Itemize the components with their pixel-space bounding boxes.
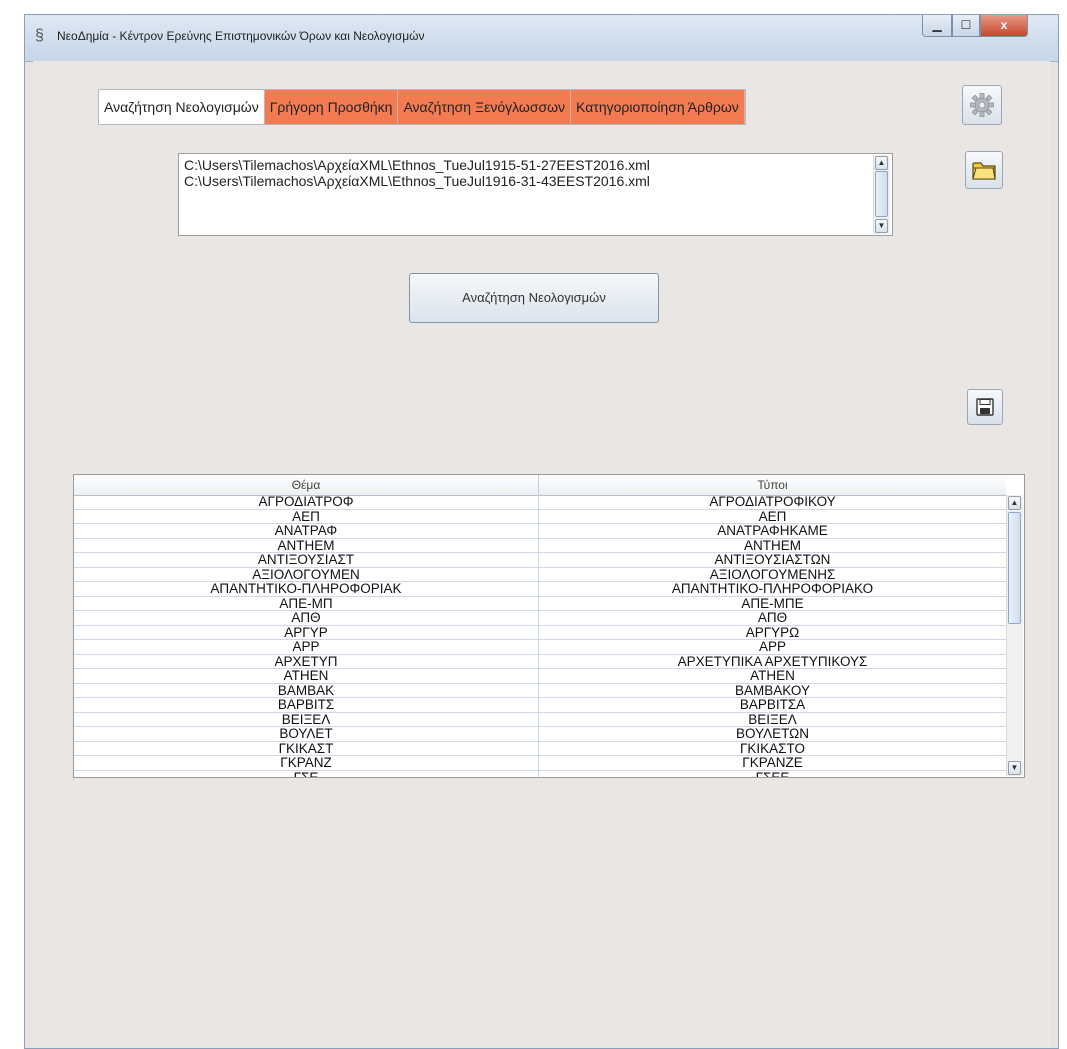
settings-button[interactable] (962, 85, 1002, 125)
cell-forms[interactable]: ΑΝΤΗΕΜ (539, 539, 1006, 553)
scroll-up-arrow-icon[interactable]: ▲ (1008, 496, 1021, 510)
table-scrollbar[interactable]: ▲ ▼ (1006, 495, 1023, 776)
cell-forms[interactable]: ΑΝΤΙΞΟΥΣΙΑΣΤΩΝ (539, 553, 1006, 567)
cell-forms[interactable]: ΓΣΕΕ (539, 771, 1006, 778)
tab-quick-add[interactable]: Γρήγορη Προσθήκη (264, 90, 399, 124)
cell-forms[interactable]: ΓΚΙΚΑΣΤΟ (539, 742, 1006, 756)
scroll-thumb[interactable] (1008, 512, 1021, 624)
cell-forms[interactable]: ΒΕΙΞΕΛ (539, 713, 1006, 727)
table-row[interactable]: ΑΓΡΟΔΙΑΤΡΟΦ ΑΓΡΟΔΙΑΤΡΟΦΙΚΟΥ (74, 495, 1006, 510)
cell-forms[interactable]: ΑΡΧΕΤΥΠΙΚΑ ΑΡΧΕΤΥΠΙΚΟΥΣ (539, 655, 1006, 669)
floppy-disk-icon (976, 398, 994, 416)
open-folder-button[interactable] (965, 151, 1003, 189)
cell-theme[interactable]: ΒΟΥΛΕΤ (74, 727, 539, 741)
app-window: § ΝεοΔημία - Κέντρον Ερεύνης Επιστημονικ… (24, 14, 1059, 1049)
cell-theme[interactable]: ΑΓΡΟΔΙΑΤΡΟΦ (74, 495, 539, 509)
file-path-item[interactable]: C:\Users\Tilemachos\ΑρχείαXML\Ethnos_Tue… (184, 157, 870, 173)
table-row[interactable]: ΑΠΑΝΤΗΤΙΚΟ-ΠΛΗΡΟΦΟΡΙΑΚ ΑΠΑΝΤΗΤΙΚΟ-ΠΛΗΡΟΦΟ… (74, 582, 1006, 597)
column-header-forms[interactable]: Τύποι (539, 475, 1006, 495)
table-row[interactable]: ΒΕΙΞΕΛ ΒΕΙΞΕΛ (74, 712, 1006, 727)
table-row[interactable]: ΑΡΧΕΤΥΠ ΑΡΧΕΤΥΠΙΚΑ ΑΡΧΕΤΥΠΙΚΟΥΣ (74, 654, 1006, 669)
tab-categorize-articles[interactable]: Κατηγοριοποίηση Άρθρων (571, 90, 745, 124)
table-row[interactable]: ΑΝΑΤΡΑΦ ΑΝΑΤΡΑΦΗΚΑΜΕ (74, 524, 1006, 539)
tab-search-foreign[interactable]: Αναζήτηση Ξενόγλωσσων (398, 90, 572, 124)
table-row[interactable]: ΒΟΥΛΕΤ ΒΟΥΛΕΤΩΝ (74, 727, 1006, 742)
tab-bar: Αναζήτηση Νεολογισμών Γρήγορη Προσθήκη Α… (98, 89, 746, 125)
title-bar[interactable]: § ΝεοΔημία - Κέντρον Ερεύνης Επιστημονικ… (25, 15, 1058, 62)
table-row[interactable]: ΑΠΕ-ΜΠ ΑΠΕ-ΜΠΕ (74, 596, 1006, 611)
folder-icon (972, 162, 996, 180)
table-header: Θέμα Τύποι (74, 475, 1006, 496)
cell-theme[interactable]: ΓΣΕ (74, 770, 539, 777)
selected-files-list[interactable]: C:\Users\Tilemachos\ΑρχείαXML\Ethnos_Tue… (178, 153, 893, 236)
cell-forms[interactable]: ΑΡΡ (539, 640, 1006, 654)
maximize-button[interactable]: ☐ (952, 15, 980, 37)
scroll-up-arrow-icon[interactable]: ▲ (875, 156, 888, 170)
cell-theme[interactable]: ΑΠΑΝΤΗΤΙΚΟ-ΠΛΗΡΟΦΟΡΙΑΚ (74, 582, 539, 596)
cell-theme[interactable]: ΑΕΠ (74, 509, 539, 523)
cell-theme[interactable]: ΑΡΡ (74, 640, 539, 654)
cell-theme[interactable]: ΑΝΑΤΡΑΦ (74, 524, 539, 538)
table-body: ΑΓΡΟΔΙΑΤΡΟΦ ΑΓΡΟΔΙΑΤΡΟΦΙΚΟΥ ΑΕΠ ΑΕΠ ΑΝΑΤΡΑΦ Α… (74, 495, 1006, 778)
table-row[interactable]: ΑΡΡ ΑΡΡ (74, 640, 1006, 655)
main-panel: Αναζήτηση Νεολογισμών Γρήγορη Προσθήκη Α… (33, 61, 1050, 1048)
cell-forms[interactable]: ΒΟΥΛΕΤΩΝ (539, 727, 1006, 741)
cell-theme[interactable]: ΑΞΙΟΛΟΓΟΥΜΕΝ (74, 567, 539, 581)
close-button[interactable]: x (980, 15, 1028, 37)
cell-forms[interactable]: ΑΠΑΝΤΗΤΙΚΟ-ΠΛΗΡΟΦΟΡΙΑΚΟ (539, 582, 1006, 596)
cell-theme[interactable]: ΑΠΘ (74, 611, 539, 625)
cell-theme[interactable]: ΑΝΤΗΕΜ (74, 538, 539, 552)
table-row[interactable]: ΑΡΓΥΡ ΑΡΓΥΡΩ (74, 625, 1006, 640)
cell-theme[interactable]: ΑΡΓΥΡ (74, 625, 539, 639)
gear-icon (970, 93, 994, 117)
cell-forms[interactable]: ΑΤΗΕΝ (539, 669, 1006, 683)
cell-forms[interactable]: ΑΠΕ-ΜΠΕ (539, 597, 1006, 611)
table-row[interactable]: ΑΤΗΕΝ ΑΤΗΕΝ (74, 669, 1006, 684)
cell-theme[interactable]: ΑΤΗΕΝ (74, 669, 539, 683)
tab-search-neologisms[interactable]: Αναζήτηση Νεολογισμών (99, 90, 265, 124)
minimize-button[interactable]: ▁ (922, 15, 952, 37)
cell-forms[interactable]: ΑΠΘ (539, 611, 1006, 625)
window-title: ΝεοΔημία - Κέντρον Ερεύνης Επιστημονικών… (57, 29, 425, 43)
file-path-item[interactable]: C:\Users\Tilemachos\ΑρχείαXML\Ethnos_Tue… (184, 173, 870, 189)
table-row[interactable]: ΓΣΕ ΓΣΕΕ (74, 770, 1006, 778)
search-neologisms-button[interactable]: Αναζήτηση Νεολογισμών (409, 273, 659, 323)
cell-forms[interactable]: ΑΓΡΟΔΙΑΤΡΟΦΙΚΟΥ (539, 495, 1006, 509)
file-list-scrollbar[interactable]: ▲ ▼ (873, 155, 890, 234)
cell-forms[interactable]: ΒΑΜΒΑΚΟΥ (539, 684, 1006, 698)
table-row[interactable]: ΒΑΡΒΙΤΣ ΒΑΡΒΙΤΣΑ (74, 698, 1006, 713)
scroll-down-arrow-icon[interactable]: ▼ (875, 219, 888, 233)
table-row[interactable]: ΑΕΠ ΑΕΠ (74, 509, 1006, 524)
table-row[interactable]: ΑΝΤΗΕΜ ΑΝΤΗΕΜ (74, 538, 1006, 553)
cell-forms[interactable]: ΒΑΡΒΙΤΣΑ (539, 698, 1006, 712)
cell-forms[interactable]: ΑΕΠ (539, 510, 1006, 524)
cell-theme[interactable]: ΒΑΜΒΑΚ (74, 683, 539, 697)
cell-theme[interactable]: ΑΡΧΕΤΥΠ (74, 654, 539, 668)
save-button[interactable] (967, 389, 1003, 425)
scroll-down-arrow-icon[interactable]: ▼ (1008, 761, 1021, 775)
table-row[interactable]: ΒΑΜΒΑΚ ΒΑΜΒΑΚΟΥ (74, 683, 1006, 698)
cell-theme[interactable]: ΒΑΡΒΙΤΣ (74, 698, 539, 712)
cell-forms[interactable]: ΓΚΡΑΝΖΕ (539, 756, 1006, 770)
cell-forms[interactable]: ΑΝΑΤΡΑΦΗΚΑΜΕ (539, 524, 1006, 538)
scroll-thumb[interactable] (875, 171, 888, 217)
table-row[interactable]: ΓΚΡΑΝΖ ΓΚΡΑΝΖΕ (74, 756, 1006, 771)
cell-forms[interactable]: ΑΡΓΥΡΩ (539, 626, 1006, 640)
cell-theme[interactable]: ΓΚΙΚΑΣΤ (74, 741, 539, 755)
column-header-theme[interactable]: Θέμα (74, 475, 539, 495)
cell-theme[interactable]: ΒΕΙΞΕΛ (74, 712, 539, 726)
neologisms-table: Θέμα Τύποι ΑΓΡΟΔΙΑΤΡΟΦ ΑΓΡΟΔΙΑΤΡΟΦΙΚΟΥ ΑΕΠ… (73, 474, 1025, 778)
cell-forms[interactable]: ΑΞΙΟΛΟΓΟΥΜΕΝΗΣ (539, 568, 1006, 582)
cell-theme[interactable]: ΑΠΕ-ΜΠ (74, 596, 539, 610)
cell-theme[interactable]: ΑΝΤΙΞΟΥΣΙΑΣΤ (74, 553, 539, 567)
cell-theme[interactable]: ΓΚΡΑΝΖ (74, 756, 539, 770)
app-logo-icon: § (35, 27, 44, 44)
table-row[interactable]: ΑΠΘ ΑΠΘ (74, 611, 1006, 626)
table-row[interactable]: ΓΚΙΚΑΣΤ ΓΚΙΚΑΣΤΟ (74, 741, 1006, 756)
table-row[interactable]: ΑΝΤΙΞΟΥΣΙΑΣΤ ΑΝΤΙΞΟΥΣΙΑΣΤΩΝ (74, 553, 1006, 568)
table-row[interactable]: ΑΞΙΟΛΟΓΟΥΜΕΝ ΑΞΙΟΛΟΓΟΥΜΕΝΗΣ (74, 567, 1006, 582)
